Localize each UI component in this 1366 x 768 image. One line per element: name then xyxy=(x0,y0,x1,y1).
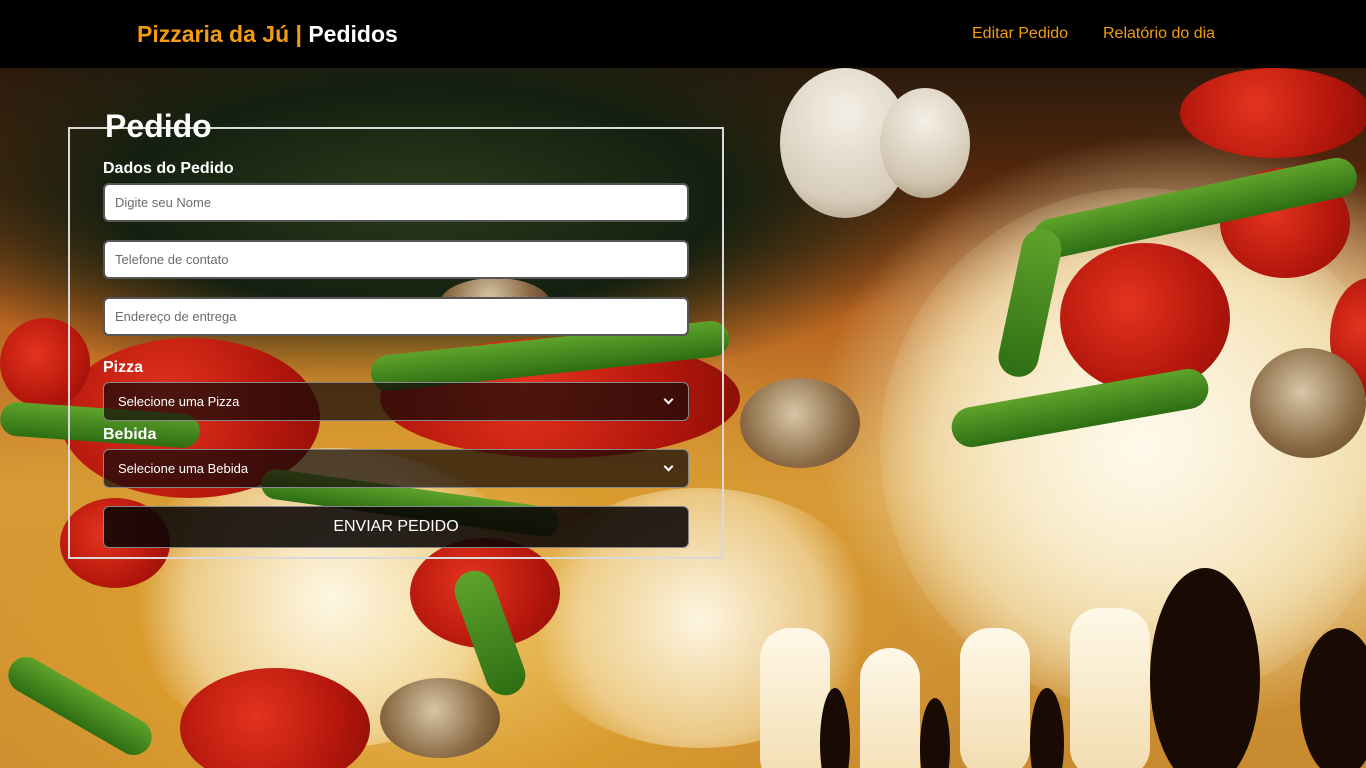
phone-input[interactable] xyxy=(103,240,689,279)
nav-daily-report-link[interactable]: Relatório do dia xyxy=(1103,24,1215,44)
order-form-legend: Pedido xyxy=(105,108,212,144)
brand-section: Pedidos xyxy=(308,21,398,47)
pizza-select-value: Selecione uma Pizza xyxy=(118,394,240,409)
top-navbar: Pizzaria da Jú | Pedidos Editar Pedido R… xyxy=(0,0,1366,68)
submit-order-button[interactable]: ENVIAR PEDIDO xyxy=(103,506,689,548)
chevron-down-icon xyxy=(663,461,674,472)
pizza-select[interactable]: Selecione uma Pizza xyxy=(103,382,689,421)
nav-edit-order-link[interactable]: Editar Pedido xyxy=(972,24,1068,44)
drink-label: Bebida xyxy=(103,426,157,443)
drink-select-value: Selecione uma Bebida xyxy=(118,461,249,476)
brand-title[interactable]: Pizzaria da Jú | Pedidos xyxy=(137,20,398,48)
delivery-address-input[interactable] xyxy=(103,297,689,336)
drink-select[interactable]: Selecione uma Bebida xyxy=(103,449,689,488)
order-data-section-title: Dados do Pedido xyxy=(103,160,234,177)
brand-name: Pizzaria da Jú | xyxy=(137,21,302,47)
chevron-down-icon xyxy=(663,394,674,405)
customer-name-input[interactable] xyxy=(103,183,689,222)
pizza-label: Pizza xyxy=(103,359,144,376)
